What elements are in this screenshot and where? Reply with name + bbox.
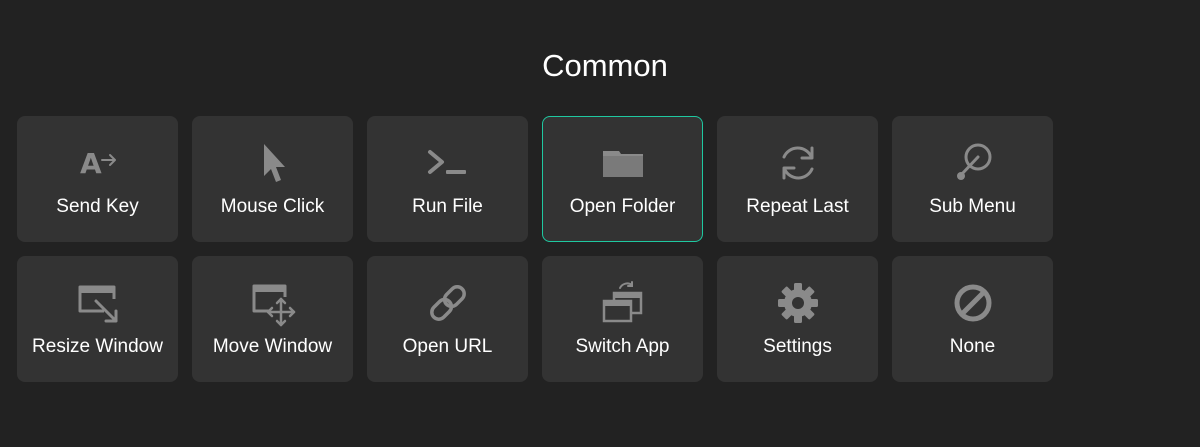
sub-menu-icon (949, 139, 997, 187)
tile-label: Send Key (56, 196, 139, 217)
resize-window-tile[interactable]: Resize Window (17, 256, 178, 382)
action-grid: A Send Key Mouse Click Run File Open Fol… (17, 116, 1053, 382)
gear-icon (774, 279, 822, 327)
move-window-tile[interactable]: Move Window (192, 256, 353, 382)
resize-window-icon (74, 279, 122, 327)
tile-label: Sub Menu (929, 196, 1016, 217)
tile-label: Open Folder (569, 196, 676, 217)
send-key-icon: A (74, 139, 122, 187)
none-tile[interactable]: None (892, 256, 1053, 382)
tile-label: Switch App (575, 336, 670, 357)
move-window-icon (249, 279, 297, 327)
cursor-icon (249, 139, 297, 187)
send-key-tile[interactable]: A Send Key (17, 116, 178, 242)
tile-label: Move Window (212, 336, 333, 357)
mouse-click-tile[interactable]: Mouse Click (192, 116, 353, 242)
tile-label: Settings (763, 336, 832, 357)
tile-label: Repeat Last (746, 196, 849, 217)
open-folder-tile[interactable]: Open Folder (542, 116, 703, 242)
open-url-tile[interactable]: Open URL (367, 256, 528, 382)
link-icon (424, 279, 472, 327)
settings-tile[interactable]: Settings (717, 256, 878, 382)
repeat-icon (774, 139, 822, 187)
tile-label: Resize Window (32, 336, 163, 357)
tile-label: None (949, 336, 996, 357)
run-file-tile[interactable]: Run File (367, 116, 528, 242)
terminal-icon (424, 139, 472, 187)
folder-icon (599, 139, 647, 187)
sub-menu-tile[interactable]: Sub Menu (892, 116, 1053, 242)
tile-label: Run File (412, 196, 483, 217)
repeat-last-tile[interactable]: Repeat Last (717, 116, 878, 242)
svg-text:A: A (80, 147, 102, 180)
switch-app-tile[interactable]: Switch App (542, 256, 703, 382)
section-title: Common (542, 48, 668, 83)
switch-app-icon (599, 279, 647, 327)
tile-label: Open URL (402, 336, 493, 357)
tile-label: Mouse Click (220, 196, 325, 217)
none-icon (949, 279, 997, 327)
